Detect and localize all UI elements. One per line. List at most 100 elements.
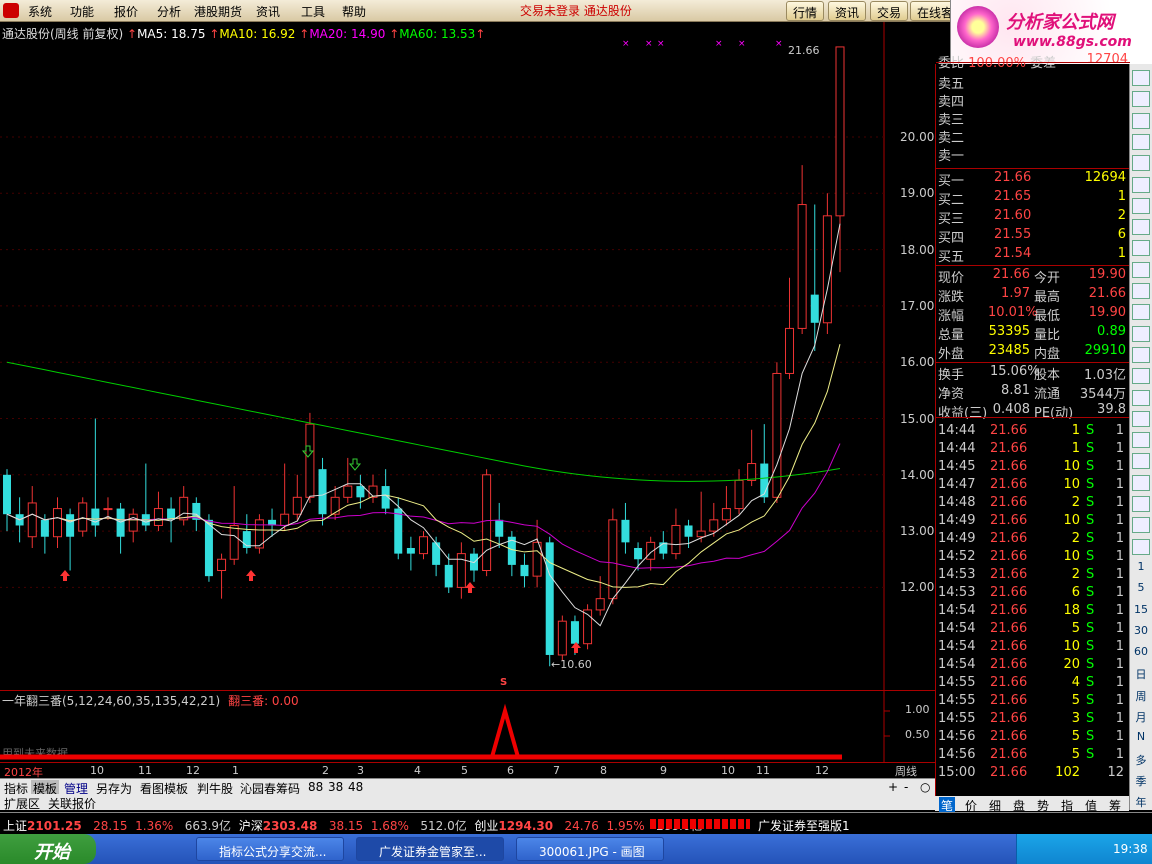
period-button[interactable]: 日 <box>1132 666 1150 682</box>
sell-level-row: 卖五 <box>938 77 965 92</box>
menu-quote[interactable]: 报价 <box>114 3 138 20</box>
tick-row: 14:47 21.66 10 S 1 <box>938 477 1124 492</box>
reset-button[interactable]: ○ <box>918 780 932 794</box>
tool-icon[interactable] <box>1132 346 1150 363</box>
candle-body <box>91 508 100 526</box>
task-paint[interactable]: 300061.JPG - 画图 <box>516 837 664 861</box>
tool-icon[interactable] <box>1132 261 1150 278</box>
menu-tools[interactable]: 工具 <box>301 3 325 20</box>
task-forum-label: 指标公式分享交流... <box>219 845 327 859</box>
candle-body <box>456 553 466 588</box>
tool-icon[interactable] <box>1132 240 1150 257</box>
tool-icon[interactable] <box>1132 432 1150 449</box>
period-button[interactable]: 年 <box>1132 794 1150 810</box>
candle-body <box>318 469 327 515</box>
sell-arrow-icon <box>348 458 362 471</box>
tool-icon[interactable] <box>1132 517 1150 534</box>
tool-icon[interactable] <box>1132 389 1150 406</box>
tool-icon[interactable] <box>1132 474 1150 491</box>
period-button[interactable]: 5 <box>1132 581 1150 597</box>
tool-icon[interactable] <box>1132 91 1150 108</box>
tool-icon[interactable] <box>1132 70 1150 86</box>
sz-pct: 1.68% <box>370 819 409 833</box>
candle-body <box>40 519 49 537</box>
tool-icon[interactable] <box>1132 197 1150 214</box>
menu-help[interactable]: 帮助 <box>342 3 366 20</box>
menu-news[interactable]: 资讯 <box>256 3 280 20</box>
tick-row: 14:45 21.66 10 S 1 <box>938 459 1124 474</box>
menu-hk-futures[interactable]: 港股期货 <box>194 3 242 20</box>
tool-icon[interactable] <box>1132 155 1150 172</box>
indicator-panel[interactable]: 一年翻三番(5,12,24,60,35,135,42,21) 翻三番: 0.00… <box>0 690 935 763</box>
tab-related-quote[interactable]: 关联报价 <box>46 795 98 812</box>
sell-level-row: 卖三 <box>938 113 965 128</box>
tick-row: 14:49 21.66 10 S 1 <box>938 513 1124 528</box>
zoom-out-button[interactable]: - <box>902 780 910 794</box>
tick-row: 14:52 21.66 10 S 1 <box>938 549 1124 564</box>
menu-system[interactable]: 系统 <box>28 3 52 20</box>
tick-row: 14:54 21.66 5 S 1 <box>938 621 1124 636</box>
zoom-in-button[interactable]: + <box>886 780 900 794</box>
month-label: 7 <box>553 764 560 777</box>
candle-body <box>444 564 453 588</box>
candle-body <box>747 463 757 481</box>
candle-body <box>406 547 415 554</box>
tool-icon[interactable] <box>1132 410 1150 427</box>
tool-icon[interactable] <box>1132 112 1150 129</box>
signal-mark: × <box>645 39 653 49</box>
tool-icon[interactable] <box>1132 453 1150 470</box>
candle-body <box>128 513 138 532</box>
candle-body <box>343 485 353 498</box>
tick-row: 14:49 21.66 2 S 1 <box>938 531 1124 546</box>
price-tick: 14.00 <box>900 467 935 482</box>
buy-level-row: 买五 21.54 1 <box>938 246 1126 265</box>
tool-icon[interactable] <box>1132 368 1150 385</box>
tab-48[interactable]: 48 <box>346 780 365 794</box>
tool-icon[interactable] <box>1132 176 1150 193</box>
tool-icon[interactable] <box>1132 219 1150 236</box>
buy-level-row: 买二 21.65 1 <box>938 189 1126 208</box>
tool-icon[interactable] <box>1132 133 1150 150</box>
tab-extension[interactable]: 扩展区 <box>2 795 42 812</box>
period-button[interactable]: 60 <box>1132 645 1150 661</box>
period-button[interactable]: 15 <box>1132 603 1150 619</box>
task-forum[interactable]: 指标公式分享交流... <box>196 837 344 861</box>
buy-level-row: 买一 21.66 12694 <box>938 170 1126 189</box>
tab-trade[interactable]: 交易 <box>870 1 909 21</box>
flower-logo-icon <box>957 6 999 48</box>
candle-body <box>482 474 492 572</box>
tool-icon[interactable] <box>1132 304 1150 321</box>
candle-body <box>78 502 88 532</box>
candle-body <box>432 542 441 565</box>
start-button[interactable]: 开始 <box>0 834 96 864</box>
kline-chart[interactable]: 通达股份(周线 前复权) ↑MA5: 18.75 ↑MA10: 16.92 ↑M… <box>0 22 935 690</box>
tick-row: 14:53 21.66 6 S 1 <box>938 585 1124 600</box>
period-button[interactable]: N <box>1132 730 1150 746</box>
tab-news[interactable]: 资讯 <box>828 1 867 21</box>
high-annotation: 21.66 <box>788 44 820 57</box>
period-button[interactable]: 季 <box>1132 773 1150 789</box>
tab-38[interactable]: 38 <box>326 780 345 794</box>
tab-quote[interactable]: 行情 <box>786 1 825 21</box>
stat2-row: 净资 8.81 流通 3544万 <box>938 383 1126 402</box>
period-button[interactable]: 多 <box>1132 752 1150 768</box>
menu-function[interactable]: 功能 <box>70 3 94 20</box>
menu-analysis[interactable]: 分析 <box>157 3 181 20</box>
app-logo-icon <box>3 3 19 18</box>
tab-88[interactable]: 88 <box>306 780 325 794</box>
period-button[interactable]: 月 <box>1132 709 1150 725</box>
candle-body <box>116 508 125 537</box>
task-broker[interactable]: 广发证券金管家至... <box>356 837 504 861</box>
price-tick: 18.00 <box>900 242 935 257</box>
period-button[interactable]: 30 <box>1132 624 1150 640</box>
period-button[interactable]: 1 <box>1132 560 1150 576</box>
tool-icon[interactable] <box>1132 538 1150 555</box>
tool-icon[interactable] <box>1132 325 1150 342</box>
candle-body <box>785 327 795 374</box>
period-button[interactable]: 周 <box>1132 688 1150 704</box>
month-label: 4 <box>414 764 421 777</box>
cy-value: 1294.30 <box>498 819 554 833</box>
tool-icon[interactable] <box>1132 496 1150 512</box>
month-label: 11 <box>138 764 152 777</box>
tool-icon[interactable] <box>1132 283 1150 299</box>
